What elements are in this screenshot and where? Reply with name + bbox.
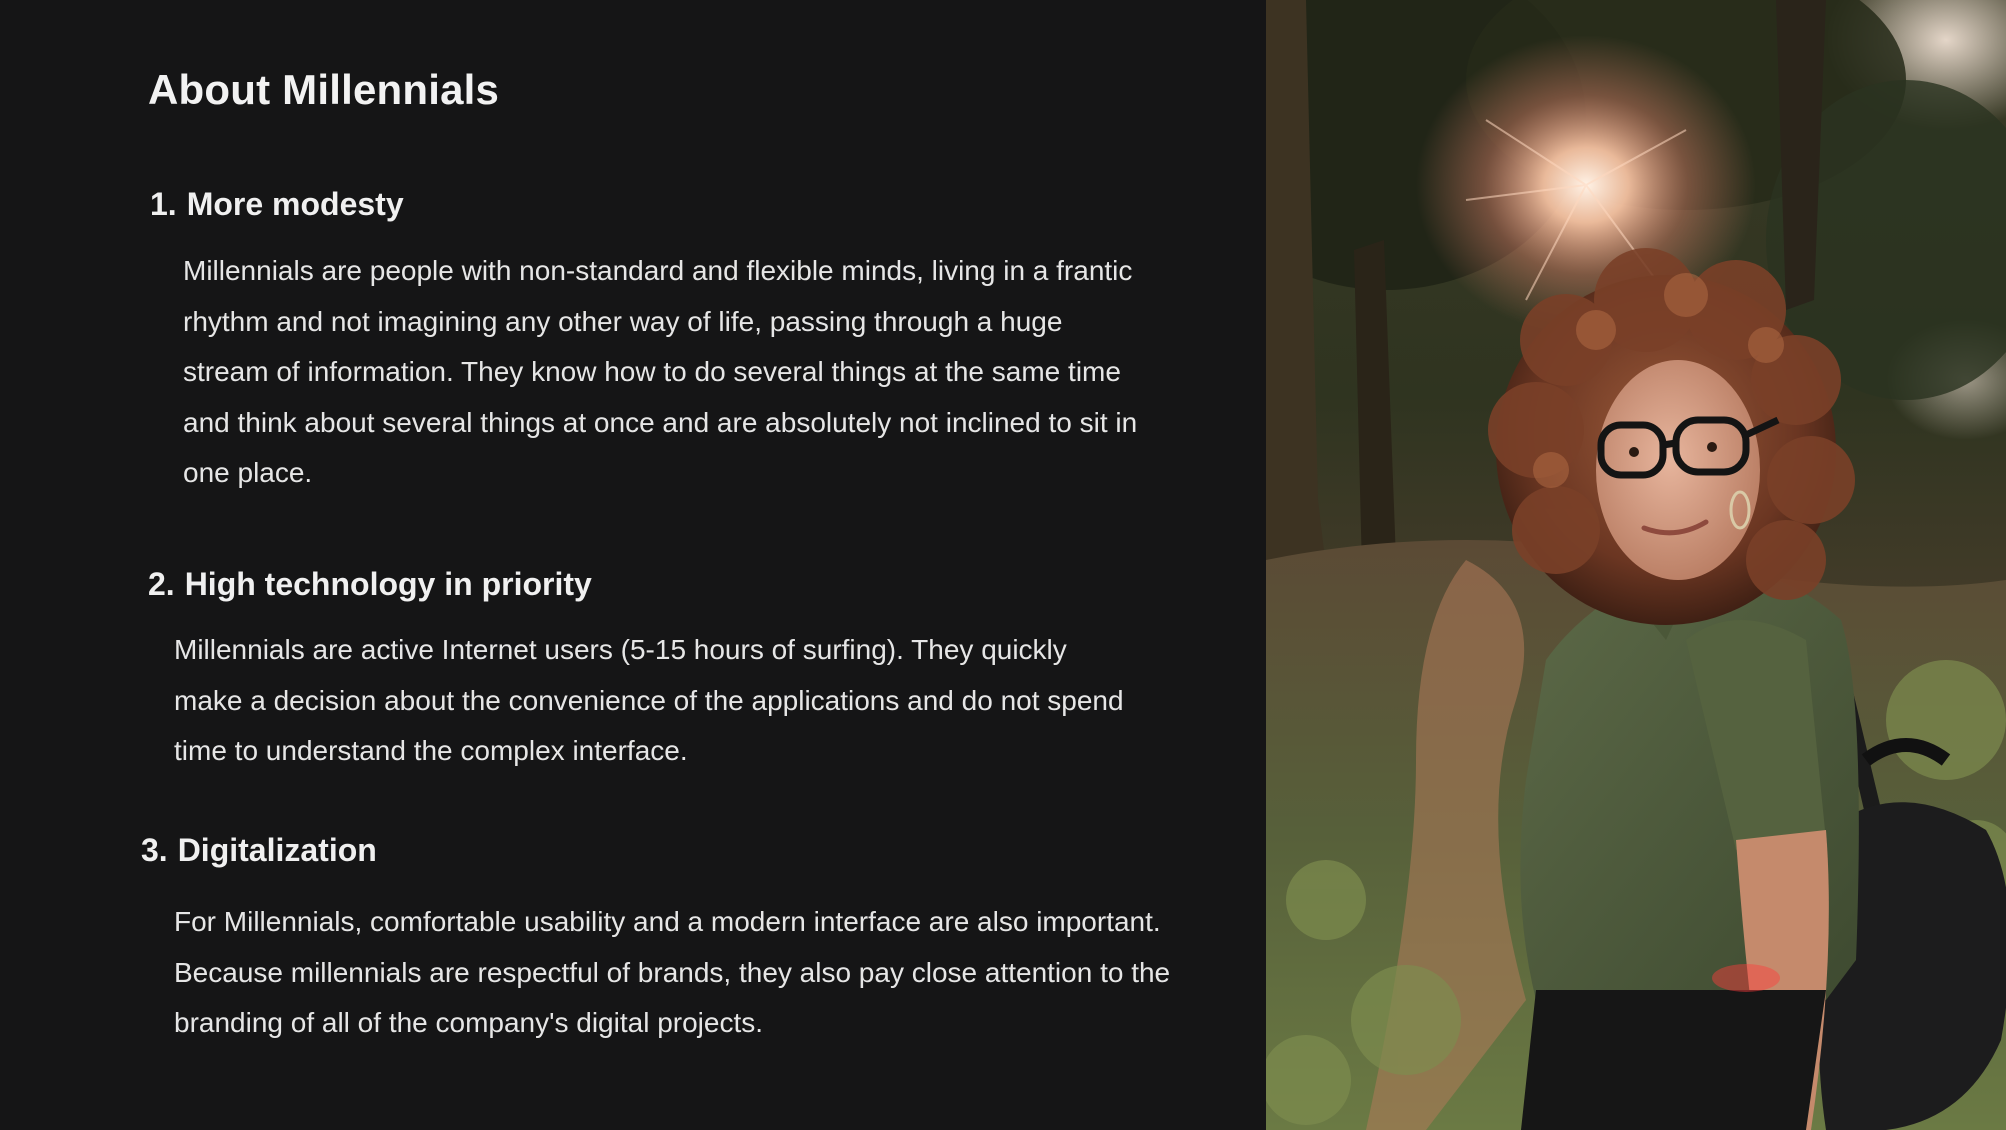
section-body-1: Millennials are people with non-standard… <box>183 255 1138 488</box>
slide: About Millennials 1. More modesty Millenn… <box>0 0 2006 1130</box>
section-heading-text: More modesty <box>186 186 404 222</box>
section-number: 1. <box>150 186 177 222</box>
section-body-2: Millennials are active Internet users (5… <box>174 634 1124 766</box>
section-body-3: For Millennials, comfortable usability a… <box>174 906 1171 1038</box>
section-heading-3: 3. Digitalization <box>141 832 377 869</box>
section-number: 3. <box>141 832 168 868</box>
portrait-photo <box>1266 0 2006 1130</box>
section-number: 2. <box>148 566 175 602</box>
section-heading-text: Digitalization <box>177 832 377 868</box>
section-heading-2: 2. High technology in priority <box>148 566 592 603</box>
slide-title: About Millennials <box>148 66 500 113</box>
section-heading-text: High technology in priority <box>184 566 592 602</box>
section-heading-1: 1. More modesty <box>150 186 404 223</box>
